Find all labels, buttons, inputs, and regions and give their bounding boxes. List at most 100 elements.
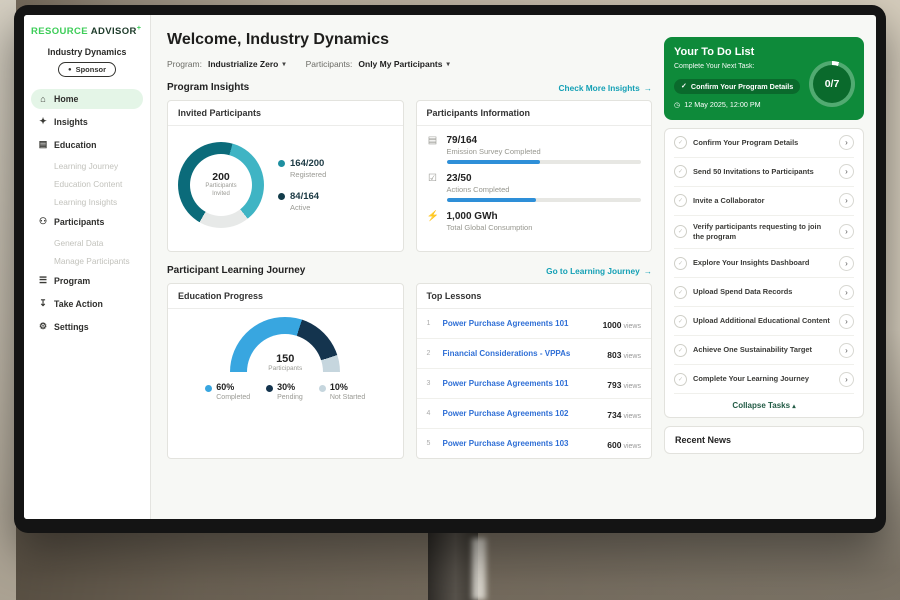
- logo-text-resource: RESOURCE: [31, 26, 88, 37]
- participants-dropdown-value: Only My Participants: [358, 59, 442, 69]
- gauge-center-label: 150 Participants: [230, 353, 340, 372]
- monitor-stand: [428, 532, 478, 600]
- sidebar-item-home[interactable]: ⌂ Home: [31, 89, 143, 109]
- link-label: Go to Learning Journey: [546, 266, 640, 276]
- participants-filter-label: Participants:: [306, 59, 353, 69]
- task-chevron-button[interactable]: ›: [839, 135, 854, 150]
- collapse-tasks-link[interactable]: Collapse Tasks ▴: [674, 394, 854, 417]
- task-chevron-button[interactable]: ›: [839, 314, 854, 329]
- sidebar-item-insights[interactable]: ✦ Insights: [31, 111, 143, 132]
- task-chevron-button[interactable]: ›: [839, 224, 854, 239]
- link-label: Check More Insights: [559, 83, 640, 93]
- sidebar-item-manage-participants[interactable]: Manage Participants: [31, 252, 143, 270]
- task-checkbox[interactable]: ✓: [674, 225, 687, 238]
- energy-icon: ⚡: [427, 211, 439, 232]
- program-dropdown[interactable]: Industrialize Zero ▾: [208, 59, 286, 69]
- learning-journey-section: Participant Learning Journey Go to Learn…: [167, 265, 652, 276]
- sidebar-item-learning-journey[interactable]: Learning Journey: [31, 157, 143, 175]
- task-row-invite-collaborator[interactable]: ✓ Invite a Collaborator ›: [674, 187, 854, 216]
- donut-center-value: 200: [212, 171, 230, 183]
- sidebar-item-education-content[interactable]: Education Content: [31, 175, 143, 193]
- task-row-achieve-target[interactable]: ✓ Achieve One Sustainability Target ›: [674, 336, 854, 365]
- sidebar-item-label: Education: [54, 140, 97, 150]
- lesson-rank: 3: [427, 380, 435, 387]
- lesson-views-unit: views: [623, 443, 641, 450]
- task-chevron-button[interactable]: ›: [839, 256, 854, 271]
- task-chevron-button[interactable]: ›: [839, 285, 854, 300]
- task-row-upload-educational-content[interactable]: ✓ Upload Additional Educational Content …: [674, 307, 854, 336]
- donut-legend: 164/200 Registered 84/164 Active: [278, 158, 326, 212]
- invited-participants-card: Invited Participants 200 Participants In…: [167, 100, 404, 252]
- task-label: Complete Your Learning Journey: [693, 374, 833, 384]
- task-row-complete-learning-journey[interactable]: ✓ Complete Your Learning Journey ›: [674, 365, 854, 394]
- task-checkbox[interactable]: ✓: [674, 194, 687, 207]
- donut-center-caption: Participants Invited: [199, 183, 243, 199]
- task-checkbox[interactable]: ✓: [674, 286, 687, 299]
- gauge-center-caption: Participants: [230, 365, 340, 372]
- task-row-verify-participants[interactable]: ✓ Verify participants requesting to join…: [674, 216, 854, 250]
- task-checkbox[interactable]: ✓: [674, 136, 687, 149]
- task-checkbox[interactable]: ✓: [674, 373, 687, 386]
- sidebar-item-education[interactable]: ▤ Education: [31, 134, 143, 155]
- next-task-pill[interactable]: ✓ Confirm Your Program Details: [674, 79, 800, 94]
- main-content: Welcome, Industry Dynamics Program: Indu…: [151, 15, 664, 519]
- task-chevron-button[interactable]: ›: [839, 164, 854, 179]
- legend-value: 164/200: [290, 158, 326, 169]
- task-checkbox[interactable]: ✓: [674, 257, 687, 270]
- lesson-link[interactable]: Power Purchase Agreements 101: [443, 319, 595, 328]
- lesson-views-unit: views: [623, 323, 641, 330]
- task-chevron-button[interactable]: ›: [839, 193, 854, 208]
- lesson-link[interactable]: Power Purchase Agreements 102: [443, 409, 600, 418]
- sidebar-item-learning-insights[interactable]: Learning Insights: [31, 193, 143, 211]
- sidebar-item-participants[interactable]: ⚇ Participants: [31, 211, 143, 232]
- card-title: Top Lessons: [417, 284, 652, 309]
- sidebar-item-take-action[interactable]: ↧ Take Action: [31, 293, 143, 314]
- insights-cards-row: Invited Participants 200 Participants In…: [167, 100, 652, 252]
- info-row-consumption: ⚡ 1,000 GWh Total Global Consumption: [427, 211, 642, 232]
- pending-dot-icon: [266, 385, 273, 392]
- sidebar: RESOURCE ADVISOR+ Industry Dynamics ● Sp…: [24, 15, 151, 519]
- chevron-right-icon: ›: [845, 259, 848, 268]
- lesson-link[interactable]: Financial Considerations - VPPAs: [443, 349, 600, 358]
- sidebar-item-label: Program: [54, 276, 90, 286]
- logo-text-advisor: ADVISOR: [91, 26, 137, 37]
- task-checkbox[interactable]: ✓: [674, 344, 687, 357]
- participants-dropdown[interactable]: Only My Participants ▾: [358, 59, 449, 69]
- sponsor-badge-label: Sponsor: [76, 65, 106, 74]
- arrow-right-icon: →: [644, 266, 652, 276]
- lesson-link[interactable]: Power Purchase Agreements 103: [443, 439, 600, 448]
- go-to-learning-journey-link[interactable]: Go to Learning Journey →: [546, 266, 652, 276]
- lesson-rank: 1: [427, 320, 435, 327]
- info-label: Total Global Consumption: [447, 223, 642, 232]
- task-row-explore-insights[interactable]: ✓ Explore Your Insights Dashboard ›: [674, 249, 854, 278]
- legend-item-registered: 164/200 Registered: [278, 158, 326, 179]
- lesson-views-unit: views: [623, 353, 641, 360]
- task-row-upload-spend-data[interactable]: ✓ Upload Spend Data Records ›: [674, 278, 854, 307]
- task-row-send-invitations[interactable]: ✓ Send 50 Invitations to Participants ›: [674, 158, 854, 187]
- lesson-views: 1000: [603, 320, 622, 330]
- app-logo: RESOURCE ADVISOR+: [31, 25, 143, 37]
- task-chevron-button[interactable]: ›: [839, 343, 854, 358]
- todo-panel: Your To Do List Complete Your Next Task:…: [664, 15, 876, 519]
- lesson-views-unit: views: [623, 413, 641, 420]
- check-more-insights-link[interactable]: Check More Insights →: [559, 83, 652, 93]
- logo-plus: +: [137, 25, 142, 32]
- sidebar-item-program[interactable]: ☰ Program: [31, 270, 143, 291]
- org-name: Industry Dynamics: [31, 47, 143, 57]
- program-dropdown-value: Industrialize Zero: [208, 59, 278, 69]
- task-row-confirm-details[interactable]: ✓ Confirm Your Program Details ›: [674, 129, 854, 158]
- education-progress-body: 150 Participants 60% Completed: [168, 309, 403, 411]
- learning-cards-row: Education Progress 150 Participants: [167, 283, 652, 459]
- monitor-bezel: RESOURCE ADVISOR+ Industry Dynamics ● Sp…: [14, 5, 886, 533]
- sidebar-item-general-data[interactable]: General Data: [31, 234, 143, 252]
- sponsor-badge: ● Sponsor: [58, 62, 116, 77]
- card-title: Participants Information: [417, 101, 652, 126]
- education-gauge-chart: 150 Participants: [230, 317, 340, 372]
- task-checkbox[interactable]: ✓: [674, 315, 687, 328]
- lesson-link[interactable]: Power Purchase Agreements 101: [443, 379, 600, 388]
- legend-item-pending: 30% Pending: [266, 382, 303, 401]
- task-checkbox[interactable]: ✓: [674, 165, 687, 178]
- program-insights-section: Program Insights Check More Insights →: [167, 82, 652, 93]
- sidebar-item-settings[interactable]: ⚙ Settings: [31, 316, 143, 337]
- task-chevron-button[interactable]: ›: [839, 372, 854, 387]
